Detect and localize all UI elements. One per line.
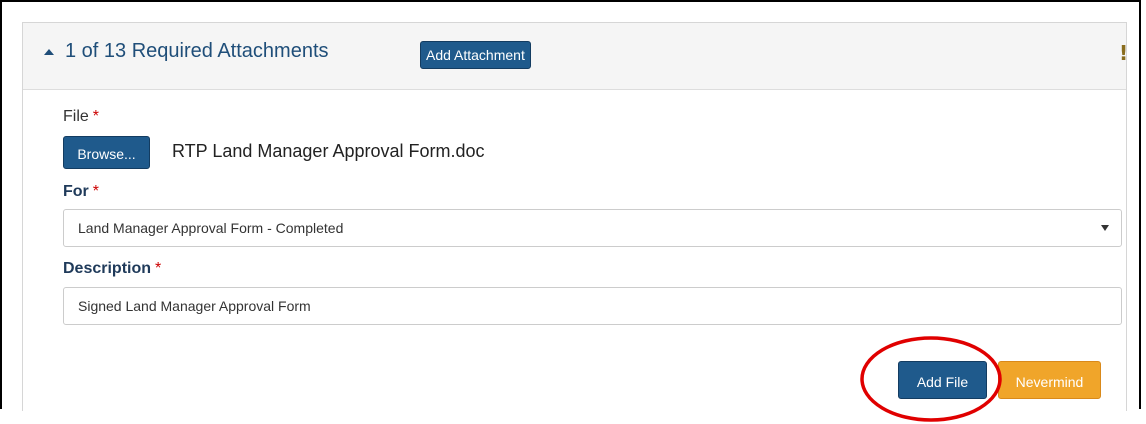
description-input[interactable]: Signed Land Manager Approval Form bbox=[63, 287, 1122, 325]
description-label-row: Description * bbox=[63, 260, 161, 278]
description-input-value: Signed Land Manager Approval Form bbox=[78, 298, 311, 314]
required-mark: * bbox=[155, 260, 162, 277]
required-mark: * bbox=[92, 183, 100, 200]
browse-button[interactable]: Browse... bbox=[63, 136, 150, 169]
caret-up-icon[interactable] bbox=[44, 49, 54, 55]
add-file-button[interactable]: Add File bbox=[898, 361, 987, 399]
selected-file-name: RTP Land Manager Approval Form.doc bbox=[172, 141, 485, 161]
exclamation-icon: ! bbox=[1119, 41, 1129, 65]
description-label: Description bbox=[63, 260, 152, 277]
nevermind-button[interactable]: Nevermind bbox=[998, 361, 1101, 399]
panel-header[interactable]: 1 of 13 Required Attachments Add Attachm… bbox=[23, 23, 1129, 90]
required-mark: * bbox=[92, 108, 100, 125]
chevron-down-icon bbox=[1101, 225, 1109, 231]
for-select[interactable]: Land Manager Approval Form - Completed bbox=[63, 209, 1122, 247]
panel-title[interactable]: 1 of 13 Required Attachments bbox=[65, 40, 329, 63]
attachments-panel: 1 of 13 Required Attachments Add Attachm… bbox=[22, 22, 1129, 422]
for-label-row: For * bbox=[63, 183, 99, 201]
add-attachment-button[interactable]: Add Attachment bbox=[420, 41, 531, 69]
file-label-row: File * bbox=[63, 108, 99, 126]
for-select-value: Land Manager Approval Form - Completed bbox=[78, 220, 344, 236]
file-label: File bbox=[63, 108, 89, 125]
for-label: For bbox=[63, 183, 89, 200]
